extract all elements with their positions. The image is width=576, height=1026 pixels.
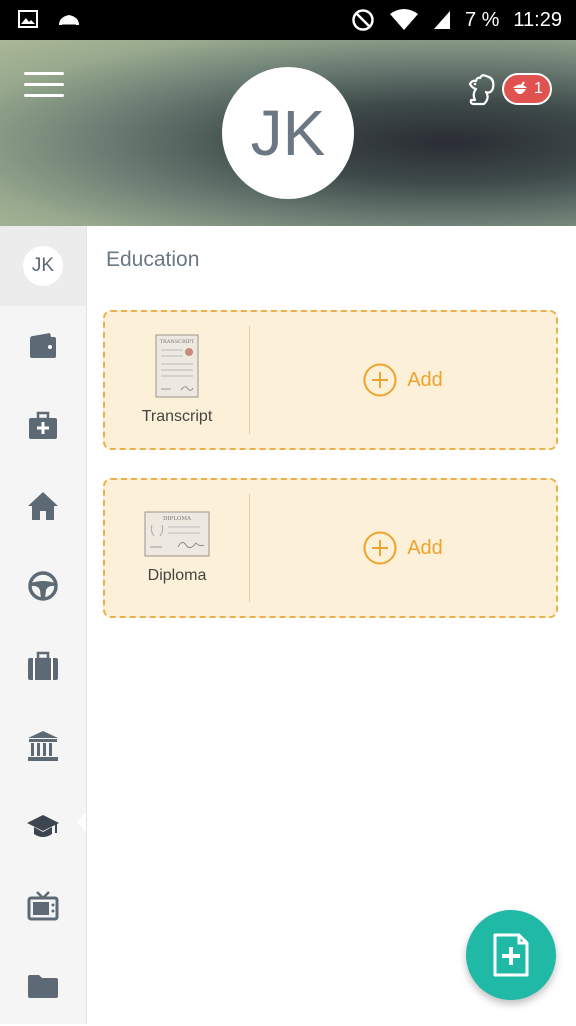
add-document-icon — [493, 933, 529, 977]
profile-header: JK 1 — [0, 40, 576, 226]
cloud-icon — [59, 15, 79, 26]
add-label: Add — [407, 536, 443, 559]
active-indicator — [77, 812, 86, 832]
document-card-diploma: DIPLOMA Diploma Add — [103, 478, 558, 618]
do-not-disturb-icon — [352, 9, 374, 31]
battery-level: 7 % — [464, 8, 500, 31]
document-label: Diploma — [147, 567, 207, 584]
add-diploma-button[interactable]: Add — [250, 480, 556, 616]
notification-badge[interactable]: 1 — [502, 73, 552, 105]
home-icon — [28, 492, 58, 520]
sidebar-item-bank[interactable] — [0, 706, 86, 786]
image-icon — [18, 10, 38, 28]
document-thumbnail-area[interactable]: DIPLOMA Diploma — [105, 480, 249, 616]
add-circle-icon — [363, 363, 397, 397]
briefcase-icon — [28, 651, 58, 680]
wifi-icon — [389, 9, 418, 30]
transcript-thumbnail: TRANSCRIPT — [155, 334, 199, 398]
bank-icon — [28, 731, 58, 761]
avatar-small-initials: JK — [31, 255, 55, 276]
avatar-small: JK — [23, 246, 63, 286]
add-label: Add — [407, 368, 443, 391]
document-thumbnail-area[interactable]: TRANSCRIPT Transcript — [105, 312, 249, 448]
sidebar-item-profile[interactable]: JK — [0, 226, 86, 306]
wallet-icon — [30, 333, 56, 358]
squirrel-icon[interactable] — [462, 72, 498, 108]
sidebar-item-wallet[interactable] — [0, 306, 86, 386]
sidebar-item-work[interactable] — [0, 626, 86, 706]
diploma-thumbnail: DIPLOMA — [144, 511, 210, 557]
folder-icon — [28, 975, 58, 998]
transcript-thumbnail-title: TRANSCRIPT — [160, 339, 195, 345]
sidebar-item-medical[interactable] — [0, 386, 86, 466]
steering-wheel-icon — [28, 571, 58, 601]
medical-kit-icon — [29, 411, 57, 439]
clock: 11:29 — [513, 8, 562, 31]
sidebar-item-files[interactable] — [0, 946, 86, 1026]
page-title: Education — [106, 248, 200, 271]
menu-icon[interactable] — [24, 72, 64, 98]
avatar-initials: JK — [250, 97, 326, 169]
education-panel: Education TRANSCRIPT Transcript Add DIPL… — [87, 226, 576, 1024]
status-bar: 7 % 11:29 — [0, 0, 576, 40]
avatar[interactable]: JK — [222, 67, 354, 199]
diploma-thumbnail-title: DIPLOMA — [163, 516, 192, 522]
add-transcript-button[interactable]: Add — [250, 312, 556, 448]
signal-icon — [433, 11, 450, 29]
add-circle-icon — [363, 531, 397, 565]
sidebar-item-home[interactable] — [0, 466, 86, 546]
sidebar-item-vehicle[interactable] — [0, 546, 86, 626]
notification-count: 1 — [534, 80, 543, 97]
document-card-transcript: TRANSCRIPT Transcript Add — [103, 310, 558, 450]
category-sidebar: JK — [0, 226, 87, 1024]
document-label: Transcript — [141, 408, 213, 425]
sidebar-item-entertainment[interactable] — [0, 866, 86, 946]
sidebar-item-education[interactable] — [0, 786, 86, 866]
graduation-cap-icon — [27, 815, 59, 837]
tv-icon — [27, 891, 59, 921]
add-document-button[interactable] — [466, 910, 556, 1000]
acorn-icon — [513, 81, 527, 94]
